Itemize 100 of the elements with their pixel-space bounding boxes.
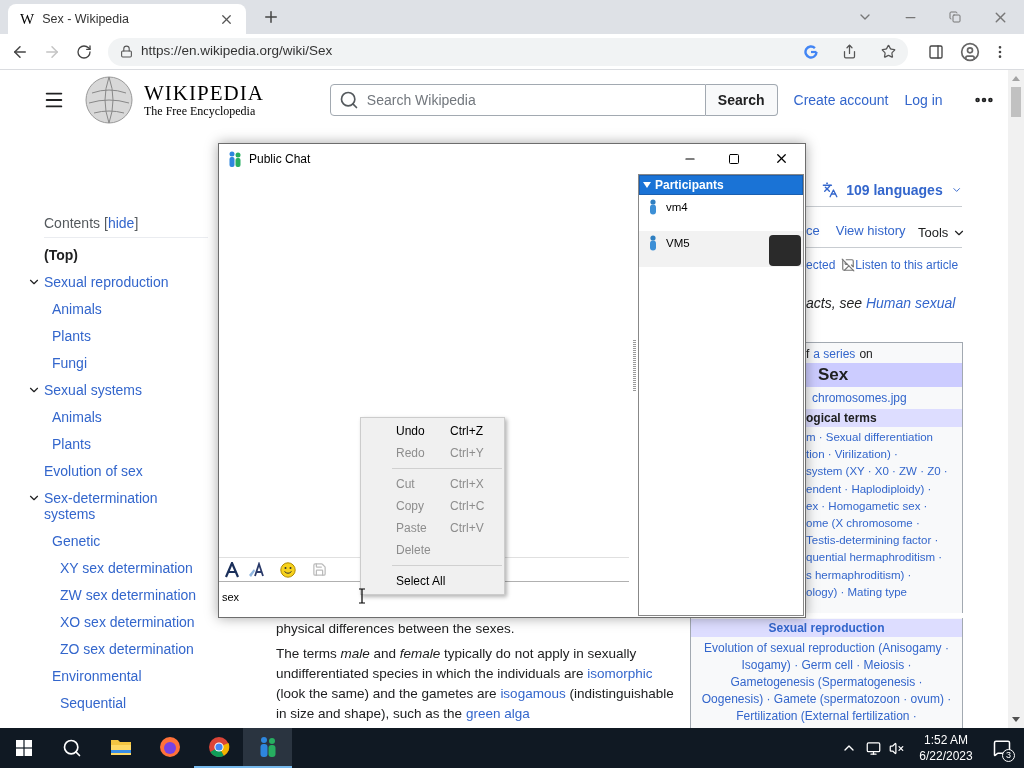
side-panel-icon[interactable]: [928, 43, 944, 60]
smiley-icon[interactable]: [280, 561, 296, 578]
header-link[interactable]: Log in: [904, 89, 943, 111]
translate-icon: [822, 180, 839, 200]
font-color-icon[interactable]: [248, 561, 266, 578]
scroll-down-icon[interactable]: [1012, 717, 1020, 722]
toc-item[interactable]: Plants: [52, 435, 91, 452]
scroll-thumb[interactable]: [1011, 87, 1021, 117]
infobox-links[interactable]: Testis-determining factor ·: [806, 532, 962, 550]
toc-item[interactable]: XY sex determination: [60, 559, 193, 576]
infobox-links[interactable]: Evolution of sexual reproduction (Anisogamy ·: [704, 640, 949, 657]
globe-logo-icon: [84, 75, 134, 125]
wikipedia-wordmark: WIKIPEDIA: [144, 82, 264, 104]
search-button[interactable]: Search: [705, 84, 778, 116]
toc-item[interactable]: Sexual systems: [44, 381, 143, 398]
search-icon: [338, 90, 359, 110]
lock-icon: [120, 45, 133, 58]
browser-logo-icon: [207, 736, 230, 758]
link[interactable]: isomorphic: [587, 666, 653, 681]
infobox-links[interactable]: Oogenesis) · Gamete (spermatozoon · ovum) ·: [701, 691, 952, 708]
toc-item[interactable]: ZW sex determination: [60, 586, 197, 603]
header-link[interactable]: Create account: [793, 89, 889, 111]
toc-item[interactable]: Environmental: [52, 667, 142, 684]
languages-button[interactable]: 109 languages: [846, 179, 943, 201]
infobox-title: Sex: [806, 363, 962, 387]
toc-item[interactable]: (Top): [44, 246, 78, 263]
splitter-grip[interactable]: [632, 339, 636, 391]
infobox-links[interactable]: tion · Virilization) ·: [806, 446, 962, 464]
network-icon[interactable]: [866, 740, 881, 756]
clock[interactable]: 1:52 AM 6/22/2023: [912, 732, 980, 764]
page-indicator[interactable]: ected: [806, 256, 836, 274]
participant-row[interactable]: VM5: [639, 231, 803, 267]
toc-item[interactable]: Sex-determination systems: [44, 489, 210, 522]
chat-app-icon: [228, 150, 242, 167]
bookmark-star-icon[interactable]: [881, 44, 896, 59]
share-icon[interactable]: [842, 44, 857, 59]
infobox-links[interactable]: m · Sexual differentiation: [806, 429, 962, 447]
series-text: f: [806, 346, 810, 363]
tagline: The Free Encyclopedia: [144, 104, 257, 118]
series-text: on: [859, 346, 873, 363]
infobox-links[interactable]: Fertilization (External fertilization ·: [736, 708, 917, 725]
toc-item[interactable]: Evolution of sex: [44, 462, 143, 479]
infobox-links[interactable]: ology) · Mating type: [806, 583, 962, 602]
section-heading: ogical terms: [806, 409, 962, 427]
tools-menu[interactable]: Tools: [918, 223, 949, 243]
link[interactable]: green alga: [465, 706, 530, 721]
close-icon[interactable]: [774, 151, 789, 166]
google-icon[interactable]: [804, 44, 818, 59]
infobox-links[interactable]: endent · Haplodiploidy) ·: [806, 480, 962, 498]
browser-tab[interactable]: W Sex - Wikipedia: [8, 4, 246, 34]
new-tab-icon[interactable]: [262, 8, 280, 26]
image-caption[interactable]: chromosomes.jpg: [806, 389, 962, 407]
toc-item[interactable]: Animals: [52, 300, 102, 317]
infobox-links[interactable]: system (XY · X0 · ZW · Z0 ·: [806, 463, 962, 481]
search-field[interactable]: Search Wikipedia: [329, 84, 706, 116]
page-tab[interactable]: View history: [835, 221, 906, 241]
scrollbar[interactable]: [1008, 70, 1024, 728]
volume-muted-icon[interactable]: [889, 740, 904, 756]
infobox-links[interactable]: s hermaphroditism) ·: [806, 566, 962, 584]
toc-item[interactable]: ZO sex determination: [60, 640, 194, 657]
hatnote-link[interactable]: Human sexual: [865, 295, 956, 311]
toc-item[interactable]: Fungi: [52, 354, 88, 371]
windows-logo-icon: [16, 740, 32, 756]
window-title: Public Chat: [249, 150, 311, 168]
series-link[interactable]: a series: [813, 345, 856, 363]
search-placeholder: Search Wikipedia: [366, 90, 476, 110]
hide-link[interactable]: hide: [107, 213, 135, 234]
link[interactable]: isogamous: [500, 686, 566, 701]
menu-item[interactable]: Undo Ctrl+Z: [361, 420, 504, 442]
page-tab[interactable]: ce: [806, 221, 820, 241]
infobox-links[interactable]: ex · Homogametic sex ·: [806, 497, 962, 515]
listen-link[interactable]: Listen to this article: [855, 256, 959, 274]
infobox-links[interactable]: quential hermaphroditism ·: [806, 549, 962, 567]
participant-name: VM5: [666, 236, 691, 251]
toc-item[interactable]: Genetic: [52, 532, 101, 549]
participants-label: Participants: [655, 177, 724, 194]
folder-icon: [109, 738, 132, 756]
taskbar-app[interactable]: [243, 728, 292, 768]
participant-name: vm4: [666, 200, 689, 215]
toc-item[interactable]: XO sex determination: [60, 613, 195, 630]
person-icon: [649, 199, 657, 215]
address-bar[interactable]: https://en.wikipedia.org/wiki/Sex: [108, 37, 908, 66]
participants-header[interactable]: Participants: [639, 175, 803, 195]
infobox-links[interactable]: ome (X chromosome ·: [806, 515, 962, 533]
paragraph: The terms male and female typically do not apply in sexually undifferentiated species in which the individuals are isomorphic (look the same) and the gametes are isogamous (indistinguishable in size and shape), such as the green alga: [276, 645, 675, 723]
profile-icon[interactable]: [960, 41, 980, 62]
toc-item[interactable]: Animals: [52, 408, 102, 425]
toc-item[interactable]: Plants: [52, 327, 91, 344]
hatnote: acts, see Human sexual: [806, 294, 957, 313]
font-icon[interactable]: [224, 561, 240, 578]
infobox-links[interactable]: Gametogenesis (Spermatogenesis ·: [730, 674, 923, 691]
maximize-icon[interactable]: [728, 152, 740, 165]
infobox-links[interactable]: Isogamy) · Germ cell · Meiosis ·: [741, 657, 912, 674]
url-text: https://en.wikipedia.org/wiki/Sex: [141, 42, 334, 61]
bracket: [: [104, 214, 108, 233]
notifications-button[interactable]: 3: [980, 728, 1024, 768]
tab-title: Sex - Wikipedia: [42, 10, 130, 28]
toc-item[interactable]: Sexual reproduction: [44, 273, 169, 290]
toc-item[interactable]: Sequential: [60, 694, 127, 711]
favicon: W: [20, 9, 35, 29]
